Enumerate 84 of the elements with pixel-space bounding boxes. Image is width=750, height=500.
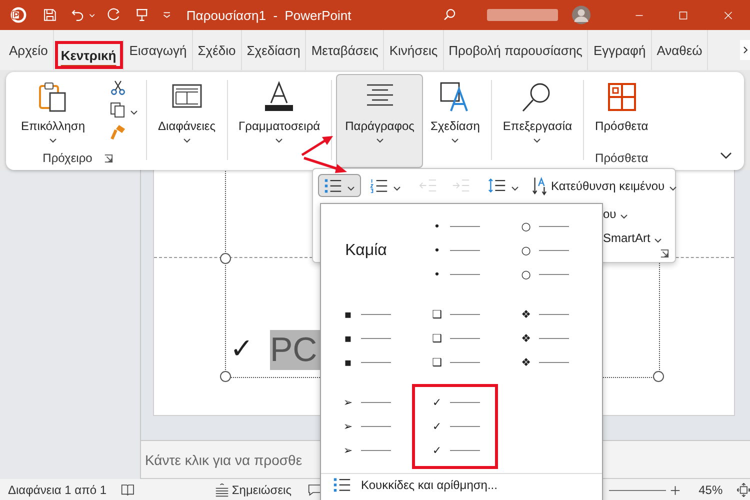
caret-icon[interactable] <box>130 110 138 115</box>
scissors-icon[interactable] <box>110 80 126 96</box>
maximize-icon[interactable] <box>679 10 688 20</box>
bullet-style-option[interactable]: ❑ ❑ ❑ <box>412 296 498 381</box>
ribbon-tab[interactable]: Κεντρική <box>54 40 124 70</box>
ribbon-button[interactable]: Γραμματοσειρά <box>232 74 328 168</box>
save-icon[interactable] <box>42 6 57 24</box>
fit-to-window-icon[interactable] <box>736 483 750 497</box>
caret-icon <box>49 138 57 143</box>
caret-icon <box>347 186 355 190</box>
ribbon-button[interactable]: Επικόλληση <box>14 74 92 151</box>
caret-icon <box>393 186 401 190</box>
bullet-style-option[interactable]: ✓ ✓ ✓ <box>412 384 498 469</box>
caret-icon <box>620 214 628 219</box>
customize-icon[interactable] <box>162 11 170 19</box>
ribbon-tab[interactable]: Εγγραφή <box>588 30 652 70</box>
ribbon-tab[interactable]: Σχεδίαση <box>242 30 306 70</box>
ribbon-button[interactable]: Πρόσθετα <box>588 74 656 151</box>
bullet-style-option[interactable]: • • • <box>412 208 498 293</box>
dialog-launcher-icon[interactable] <box>660 249 669 258</box>
decrease-indent-icon <box>419 178 437 193</box>
annotation-arrow <box>300 134 334 158</box>
annotation-arrow <box>302 156 348 174</box>
caret-icon <box>275 138 284 143</box>
ribbon-button[interactable]: Παράγραφος <box>336 74 424 168</box>
zoom-in-icon[interactable] <box>670 484 681 496</box>
user-avatar[interactable] <box>572 3 591 27</box>
add-ins-icon <box>606 81 638 113</box>
font-color-icon <box>263 81 296 113</box>
presentation-icon[interactable] <box>134 6 149 24</box>
window-title: Παρουσίαση1 - PowerPoint <box>186 8 352 22</box>
text-direction-icon <box>532 176 547 196</box>
line-spacing-icon <box>488 178 506 193</box>
bullet-list-icon <box>333 477 351 492</box>
caret-icon <box>533 138 542 143</box>
ribbon-tab[interactable]: Εισαγωγή <box>124 30 193 70</box>
align-text-button[interactable]: ου <box>603 207 628 221</box>
group-caption: Πρόχειρο <box>42 151 92 165</box>
slide-counter: Διαφάνεια 1 από 1 <box>8 483 107 497</box>
ribbon-tab[interactable]: Αρχείο <box>4 30 54 70</box>
ribbon-button[interactable]: Επεξεργασία <box>496 74 580 168</box>
redacted-name <box>487 9 558 21</box>
bullet-style-option[interactable]: ○ ○ ○ <box>501 208 587 293</box>
caret-icon <box>376 138 384 143</box>
bullet-glyph: ✓ <box>230 332 254 365</box>
increase-indent-icon <box>452 178 470 193</box>
comment-icon[interactable] <box>308 483 321 497</box>
ribbon-button[interactable]: Σχεδίαση <box>423 74 487 168</box>
ribbon-tab[interactable]: Κινήσεις <box>384 30 444 70</box>
caret-icon <box>182 138 191 143</box>
resize-handle[interactable] <box>220 253 231 264</box>
ribbon-tab[interactable]: Προβολή παρουσίασης <box>444 30 588 70</box>
numbered-list-icon <box>370 178 388 193</box>
format-painter-icon[interactable] <box>110 124 126 140</box>
resize-handle[interactable] <box>220 371 231 382</box>
caret-icon <box>668 186 677 190</box>
notes-button[interactable]: Σημειώσεις <box>214 483 292 497</box>
bullets-and-numbering-item[interactable]: Κουκκίδες και αρίθμηση... <box>321 474 510 495</box>
bullet-style-option[interactable]: ➢ ➢ ➢ <box>323 384 409 469</box>
ribbon-tab[interactable]: Μεταβάσεις <box>306 30 384 70</box>
bullet-style-option[interactable]: ❖ ❖ ❖ <box>501 296 587 381</box>
caret-icon <box>654 238 662 243</box>
scroll-right-icon[interactable] <box>740 40 750 60</box>
notes-placeholder[interactable]: Κάντε κλικ για να προσθε <box>145 452 302 468</box>
clipboard-icon <box>37 81 69 113</box>
close-icon[interactable] <box>724 10 732 20</box>
group-caption: Πρόσθετα <box>595 151 648 165</box>
text-direction-button[interactable]: Κατεύθυνση κειμένου <box>532 176 677 196</box>
collapse-ribbon-icon[interactable] <box>720 152 732 160</box>
bullet-list-icon <box>324 178 342 193</box>
smartart-button[interactable]: SmartArt <box>603 231 662 245</box>
ribbon-tab[interactable]: Σχέδιο <box>192 30 242 70</box>
resize-handle[interactable] <box>653 371 664 382</box>
notes-icon <box>214 483 230 497</box>
caret-icon <box>511 186 519 190</box>
dialog-launcher-icon[interactable] <box>104 154 114 162</box>
copy-icon[interactable] <box>110 102 126 118</box>
caret-icon <box>451 138 460 143</box>
book-check-icon[interactable] <box>120 483 134 497</box>
ribbon-button[interactable]: Διαφάνειες <box>151 74 223 168</box>
toolbar-button[interactable] <box>318 174 361 197</box>
zoom-level[interactable]: 45% <box>698 483 723 497</box>
ribbon-tab[interactable]: Αναθεώ <box>652 30 708 70</box>
bullet-style-option[interactable]: Καμία <box>323 208 409 293</box>
